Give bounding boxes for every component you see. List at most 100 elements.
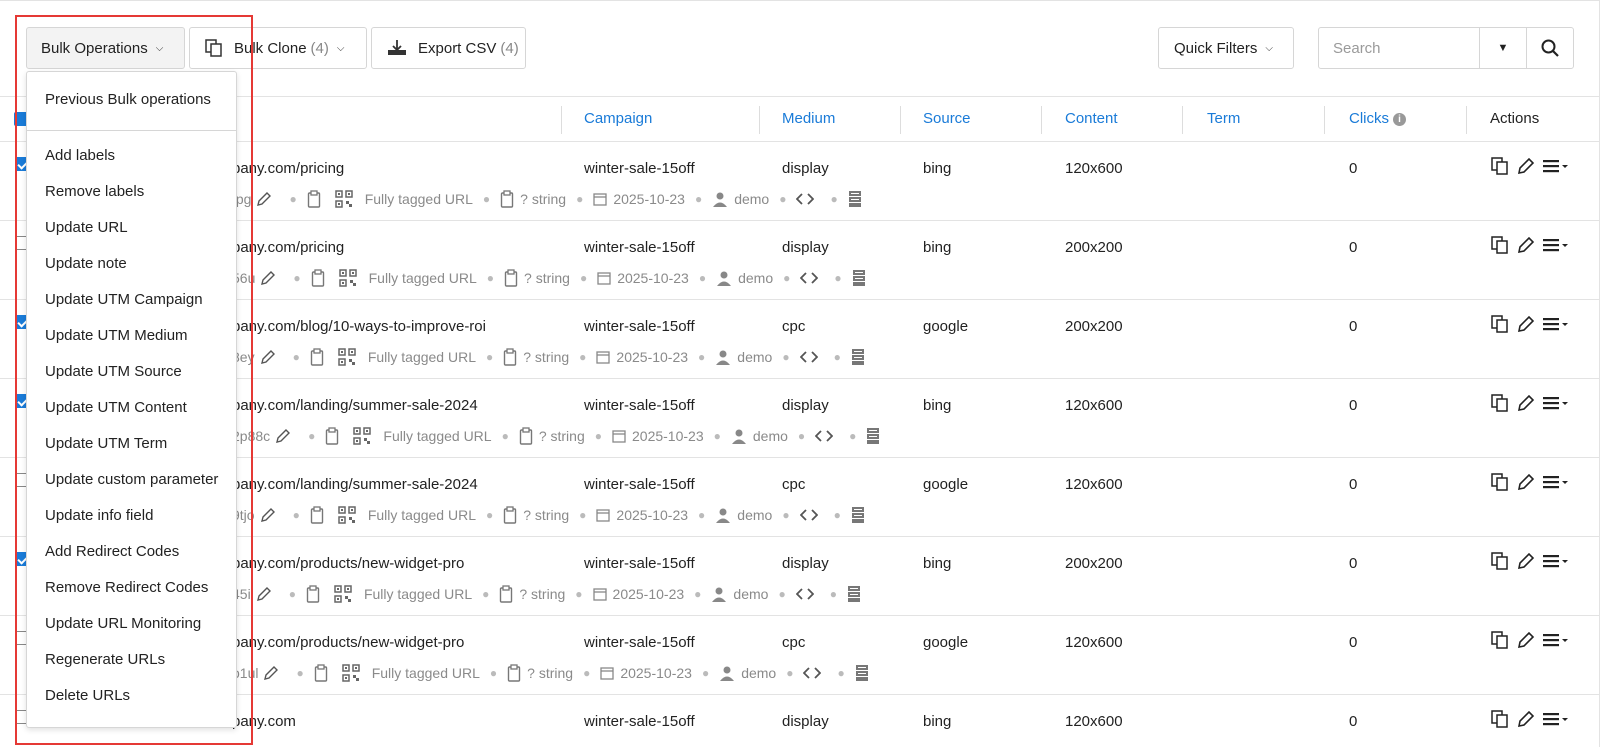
edit-short-icon[interactable]	[259, 269, 277, 287]
tagged-url-link[interactable]: Fully tagged URL	[368, 507, 476, 523]
stack-icon[interactable]	[851, 348, 865, 366]
clipboard-icon[interactable]	[310, 348, 324, 366]
edit-short-icon[interactable]	[259, 348, 277, 366]
tagged-url-link[interactable]: Fully tagged URL	[365, 191, 473, 207]
menu-item-add-redirect-codes[interactable]: Add Redirect Codes	[45, 543, 179, 560]
stack-icon[interactable]	[847, 585, 861, 603]
edit-icon[interactable]	[1516, 393, 1536, 417]
tagged-url-link[interactable]: Fully tagged URL	[368, 349, 476, 365]
more-menu-icon[interactable]	[1542, 474, 1570, 494]
row-url[interactable]: pany.com/pricing	[232, 239, 344, 256]
code-icon[interactable]	[799, 508, 818, 522]
tagged-url-link[interactable]: Fully tagged URL	[364, 586, 472, 602]
more-menu-icon[interactable]	[1542, 711, 1570, 731]
edit-icon[interactable]	[1516, 551, 1536, 575]
clipboard-icon[interactable]	[307, 190, 321, 208]
menu-item-update-utm-term[interactable]: Update UTM Term	[45, 435, 167, 452]
row-url[interactable]: pany.com/landing/summer-sale-2024	[232, 397, 478, 414]
column-term[interactable]: Term	[1207, 110, 1240, 127]
copy-icon[interactable]	[1490, 393, 1510, 417]
code-icon[interactable]	[795, 587, 814, 601]
menu-item-regenerate-urls[interactable]: Regenerate URLs	[45, 651, 165, 668]
menu-item-update-utm-content[interactable]: Update UTM Content	[45, 399, 187, 416]
menu-item-update-utm-campaign[interactable]: Update UTM Campaign	[45, 291, 203, 308]
clipboard-icon[interactable]	[306, 585, 320, 603]
code-icon[interactable]	[796, 192, 815, 206]
more-menu-icon[interactable]	[1542, 237, 1570, 257]
row-url[interactable]: pany.com/pricing	[232, 160, 344, 177]
menu-item-remove-redirect-codes[interactable]: Remove Redirect Codes	[45, 579, 208, 596]
clipboard-icon[interactable]	[507, 664, 521, 682]
clipboard-icon[interactable]	[311, 269, 325, 287]
qr-code-icon[interactable]	[341, 664, 360, 682]
column-content[interactable]: Content	[1065, 110, 1118, 127]
qr-code-icon[interactable]	[353, 427, 372, 445]
tagged-url-link[interactable]: Fully tagged URL	[369, 270, 477, 286]
qr-code-icon[interactable]	[338, 269, 357, 287]
menu-item-previous-bulk-operations[interactable]: Previous Bulk operations	[45, 91, 211, 108]
export-csv-button[interactable]: Export CSV (4)	[371, 27, 526, 69]
edit-icon[interactable]	[1516, 235, 1536, 259]
code-icon[interactable]	[815, 429, 834, 443]
bulk-clone-button[interactable]: Bulk Clone (4) ⌵	[189, 27, 367, 69]
code-icon[interactable]	[800, 271, 819, 285]
menu-item-update-utm-source[interactable]: Update UTM Source	[45, 363, 182, 380]
code-icon[interactable]	[803, 666, 822, 680]
info-icon[interactable]: i	[1393, 113, 1406, 126]
edit-short-icon[interactable]	[255, 585, 273, 603]
column-clicks[interactable]: Clicks i	[1349, 110, 1406, 127]
more-menu-icon[interactable]	[1542, 395, 1570, 415]
edit-short-icon[interactable]	[274, 427, 292, 445]
clipboard-icon[interactable]	[499, 585, 513, 603]
edit-short-icon[interactable]	[255, 190, 273, 208]
quick-filters-button[interactable]: Quick Filters ⌵	[1158, 27, 1294, 69]
row-url[interactable]: pany.com/blog/10-ways-to-improve-roi	[232, 318, 486, 335]
clipboard-icon[interactable]	[314, 664, 328, 682]
more-menu-icon[interactable]	[1542, 158, 1570, 178]
menu-item-update-url-monitoring[interactable]: Update URL Monitoring	[45, 615, 201, 632]
copy-icon[interactable]	[1490, 235, 1510, 259]
edit-icon[interactable]	[1516, 630, 1536, 654]
row-url[interactable]: pany.com/products/new-widget-pro	[232, 634, 464, 651]
clipboard-icon[interactable]	[519, 427, 533, 445]
menu-item-remove-labels[interactable]: Remove labels	[45, 183, 144, 200]
copy-icon[interactable]	[1490, 630, 1510, 654]
column-medium[interactable]: Medium	[782, 110, 835, 127]
menu-item-add-labels[interactable]: Add labels	[45, 147, 115, 164]
row-url[interactable]: pany.com/landing/summer-sale-2024	[232, 476, 478, 493]
more-menu-icon[interactable]	[1542, 316, 1570, 336]
menu-item-update-note[interactable]: Update note	[45, 255, 127, 272]
menu-item-update-info-field[interactable]: Update info field	[45, 507, 153, 524]
column-source[interactable]: Source	[923, 110, 971, 127]
menu-item-update-utm-medium[interactable]: Update UTM Medium	[45, 327, 188, 344]
menu-item-update-url[interactable]: Update URL	[45, 219, 128, 236]
clipboard-icon[interactable]	[500, 190, 514, 208]
edit-icon[interactable]	[1516, 472, 1536, 496]
row-url[interactable]: pany.com/products/new-widget-pro	[232, 555, 464, 572]
bulk-operations-button[interactable]: Bulk Operations ⌵	[26, 27, 185, 69]
search-input[interactable]	[1319, 28, 1479, 68]
copy-icon[interactable]	[1490, 472, 1510, 496]
more-menu-icon[interactable]	[1542, 553, 1570, 573]
copy-icon[interactable]	[1490, 551, 1510, 575]
stack-icon[interactable]	[848, 190, 862, 208]
stack-icon[interactable]	[852, 269, 866, 287]
menu-item-delete-urls[interactable]: Delete URLs	[45, 687, 130, 704]
clipboard-icon[interactable]	[503, 348, 517, 366]
edit-icon[interactable]	[1516, 314, 1536, 338]
stack-icon[interactable]	[855, 664, 869, 682]
menu-item-update-custom-parameter[interactable]: Update custom parameter	[45, 471, 218, 488]
qr-code-icon[interactable]	[334, 190, 353, 208]
search-button[interactable]	[1526, 28, 1573, 68]
clipboard-icon[interactable]	[504, 269, 518, 287]
edit-icon[interactable]	[1516, 709, 1536, 733]
row-url[interactable]: pany.com	[232, 713, 296, 730]
more-menu-icon[interactable]	[1542, 632, 1570, 652]
code-icon[interactable]	[799, 350, 818, 364]
copy-icon[interactable]	[1490, 314, 1510, 338]
clipboard-icon[interactable]	[503, 506, 517, 524]
tagged-url-link[interactable]: Fully tagged URL	[372, 665, 480, 681]
tagged-url-link[interactable]: Fully tagged URL	[383, 428, 491, 444]
qr-code-icon[interactable]	[334, 585, 352, 603]
column-campaign[interactable]: Campaign	[584, 110, 652, 127]
